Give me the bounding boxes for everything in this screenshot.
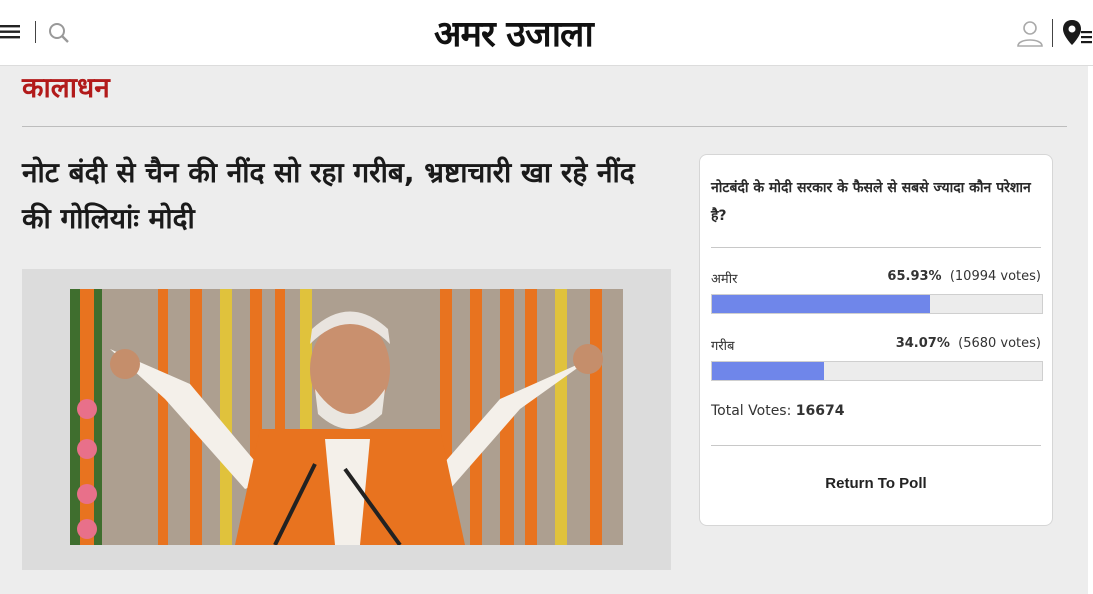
speaker-illustration [70,289,623,545]
poll-total-votes: Total Votes: 16674 [711,403,845,419]
menu-icon[interactable] [0,22,20,42]
poll-total-label: Total Votes: [711,403,792,419]
article-photo[interactable] [70,289,623,545]
search-icon[interactable] [48,22,70,44]
poll-divider [711,247,1041,248]
header-divider [1052,19,1053,47]
poll-option-bar-fill [712,362,825,380]
poll-option-percent: 65.93% [887,269,942,284]
poll-question: नोटबंदी के मोदी सरकार के फैसले से सबसे ज… [711,180,1031,224]
poll-option-bar [711,294,1043,314]
header-divider [35,21,36,43]
poll-option-label: गरीब [711,339,735,354]
divider [22,126,1067,127]
location-icon[interactable] [1062,18,1093,48]
right-rail [1088,66,1093,594]
poll-total-value: 16674 [795,403,845,419]
site-logo[interactable]: अमर उजाला [434,8,594,57]
poll-option-bar-fill [712,295,930,313]
poll-option-result: 65.93% (10994 votes) [887,269,1041,284]
poll-option-bar [711,361,1043,381]
poll-option-votes: (10994 votes) [949,269,1041,284]
poll-divider [711,445,1041,446]
category-label[interactable]: कालाधन [22,66,110,110]
article-image-container [22,269,671,570]
site-header: अमर उजाला [0,0,1093,66]
poll-option-percent: 34.07% [895,336,950,351]
article-headline: नोट बंदी से चैन की नींद सो रहा गरीब, भ्र… [22,156,635,235]
poll-option-result: 34.07% (5680 votes) [896,336,1041,351]
return-to-poll-button[interactable]: Return To Poll [700,475,1052,492]
poll-widget: नोटबंदी के मोदी सरकार के फैसले से सबसे ज… [699,154,1053,526]
user-icon[interactable] [1016,19,1044,47]
poll-option-label: अमीर [711,272,738,287]
poll-option-votes: (5680 votes) [958,336,1041,351]
